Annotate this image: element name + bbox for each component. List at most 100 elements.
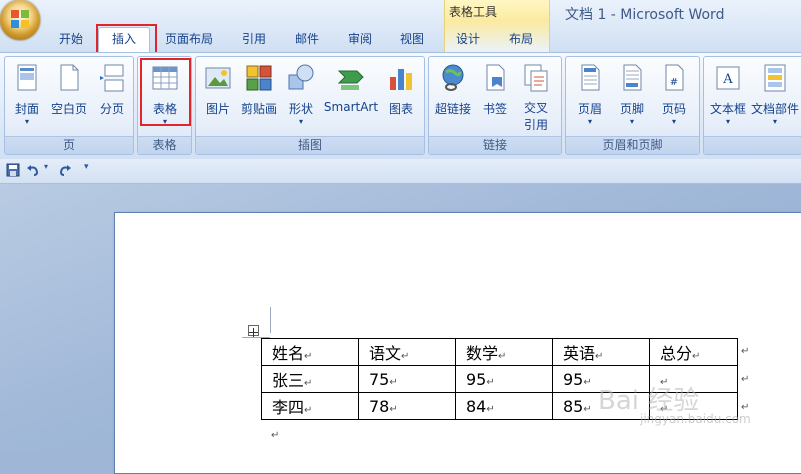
table-cell[interactable]: 语文↵ — [358, 338, 456, 366]
svg-text:#: # — [670, 77, 678, 88]
cell-text: 姓名 — [272, 344, 305, 363]
table-cell[interactable]: 李四↵ — [261, 392, 359, 420]
move-arrows-icon — [249, 328, 258, 337]
hyperlink-button[interactable]: 超链接 — [433, 63, 473, 117]
table-cell[interactable]: 95↵ — [455, 365, 553, 393]
cell-end-mark: ↵ — [583, 376, 592, 388]
cell-end-mark: ↵ — [304, 378, 313, 389]
group-label-pages: 页 — [5, 136, 133, 154]
smartart-button[interactable]: SmartArt — [322, 63, 380, 114]
tab-references[interactable]: 引用 — [242, 30, 266, 47]
save-icon[interactable] — [6, 163, 20, 177]
text-box-button[interactable]: A 文本框 ▾ — [708, 63, 748, 127]
cell-end-mark: ↵ — [595, 351, 604, 362]
blank-page-button[interactable]: 空白页 — [49, 63, 89, 117]
table-cell[interactable]: 75↵ — [358, 365, 456, 393]
hyperlink-icon — [442, 64, 464, 91]
chart-button[interactable]: 图表 — [384, 63, 418, 117]
page-number-button[interactable]: # 页码 ▾ — [656, 63, 692, 127]
group-header-footer: 页眉 ▾ 页脚 ▾ # 页码 ▾ 页眉和页脚 — [565, 56, 700, 155]
cell-end-mark: ↵ — [304, 351, 313, 362]
cell-text: 数学 — [466, 344, 499, 363]
customize-icon[interactable]: ▾ — [84, 162, 89, 172]
chevron-down-icon: ▾ — [772, 117, 777, 126]
cell-end-mark: ↵ — [486, 376, 495, 388]
page-break-label: 分页 — [99, 102, 124, 116]
footer-button[interactable]: 页脚 ▾ — [614, 63, 650, 127]
footer-icon — [623, 64, 642, 91]
cell-end-mark: ↵ — [486, 403, 495, 415]
tab-design[interactable]: 设计 — [456, 30, 480, 47]
chevron-down-icon: ▾ — [298, 117, 303, 126]
cell-end-mark: ↵ — [401, 351, 410, 362]
picture-icon — [205, 67, 231, 89]
undo-dropdown-icon[interactable]: ▾ — [44, 162, 48, 171]
cell-text: 95 — [563, 369, 584, 389]
cell-end-mark: ↵ — [389, 376, 398, 388]
cover-page-icon — [17, 64, 37, 91]
text-box-icon: A — [716, 66, 740, 90]
tab-view[interactable]: 视图 — [400, 30, 424, 47]
cross-reference-label-line2: 引用 — [523, 118, 548, 132]
quick-parts-button[interactable]: 文档部件 ▾ — [750, 63, 800, 127]
shapes-button[interactable]: 形状 ▾ — [284, 63, 318, 127]
table-cell[interactable]: 数学↵ — [455, 338, 553, 366]
table-cell[interactable]: 英语↵ — [552, 338, 650, 366]
group-label-tables: 表格 — [138, 136, 191, 154]
table-cell[interactable]: 78↵ — [358, 392, 456, 420]
cross-reference-icon — [524, 64, 548, 92]
page-number-label: 页码 — [661, 102, 686, 116]
cell-text: 英语 — [563, 344, 596, 363]
cell-end-mark: ↵ — [583, 403, 592, 415]
cell-text: 75 — [369, 369, 390, 389]
chevron-down-icon: ▾ — [24, 117, 29, 126]
hyperlink-label: 超链接 — [434, 102, 471, 116]
cell-end-mark: ↵ — [389, 403, 398, 415]
group-label-text — [704, 136, 801, 154]
tab-review[interactable]: 审阅 — [348, 30, 372, 47]
table-cell[interactable]: 姓名↵ — [261, 338, 359, 366]
picture-label: 图片 — [205, 102, 230, 116]
picture-button[interactable]: 图片 — [202, 63, 234, 117]
row-end-mark: ↵ — [741, 374, 750, 385]
table-move-handle-icon[interactable] — [248, 325, 259, 337]
text-box-label: 文本框 — [709, 102, 746, 116]
chevron-down-icon: ▾ — [587, 117, 592, 126]
group-label-links: 链接 — [429, 136, 561, 154]
ribbon: 封面 ▾ 空白页 分页 页 表格 ▾ 表格 图片 剪贴画 形状 ▾ SmartA… — [0, 52, 801, 160]
redo-icon[interactable] — [58, 163, 72, 177]
cross-reference-label: 交叉 引用 — [517, 100, 555, 134]
tab-home[interactable]: 开始 — [59, 30, 83, 47]
page-number-icon: # — [665, 64, 684, 91]
cross-reference-label-line1: 交叉 — [523, 101, 548, 115]
tab-layout[interactable]: 布局 — [509, 30, 533, 47]
office-button[interactable] — [0, 0, 40, 40]
office-logo-icon — [11, 10, 29, 28]
margin-guide — [270, 307, 271, 333]
table-cell[interactable]: 张三↵ — [261, 365, 359, 393]
clip-art-button[interactable]: 剪贴画 — [238, 63, 280, 117]
cross-reference-button[interactable]: 交叉 引用 — [517, 63, 555, 134]
svg-text:A: A — [722, 72, 733, 87]
cover-page-button[interactable]: 封面 ▾ — [11, 63, 43, 127]
blank-page-label: 空白页 — [50, 102, 87, 116]
group-text: A 文本框 ▾ 文档部件 ▾ — [703, 56, 801, 155]
chart-icon — [390, 69, 412, 90]
header-button[interactable]: 页眉 ▾ — [572, 63, 608, 127]
tab-mailings[interactable]: 邮件 — [295, 30, 319, 47]
table-cell[interactable]: 总分↵ — [649, 338, 738, 366]
paragraph-mark: ↵ — [271, 430, 280, 441]
bookmark-button[interactable]: 书签 — [479, 63, 511, 117]
page-break-button[interactable]: 分页 — [95, 63, 129, 117]
tab-page-layout[interactable]: 页面布局 — [165, 30, 213, 47]
table-row: 姓名↵ 语文↵ 数学↵ 英语↵ 总分↵ — [261, 338, 738, 366]
clip-art-icon — [246, 65, 272, 91]
table-cell[interactable]: 84↵ — [455, 392, 553, 420]
chevron-down-icon: ▾ — [725, 117, 730, 126]
cell-text: 李四 — [272, 398, 305, 417]
footer-label: 页脚 — [619, 102, 644, 116]
watermark-url: jingyan.baidu.com — [640, 412, 751, 426]
cell-text: 张三 — [272, 371, 305, 390]
quick-access-toolbar: ▾ ▾ — [0, 159, 801, 184]
undo-icon[interactable] — [26, 163, 40, 177]
